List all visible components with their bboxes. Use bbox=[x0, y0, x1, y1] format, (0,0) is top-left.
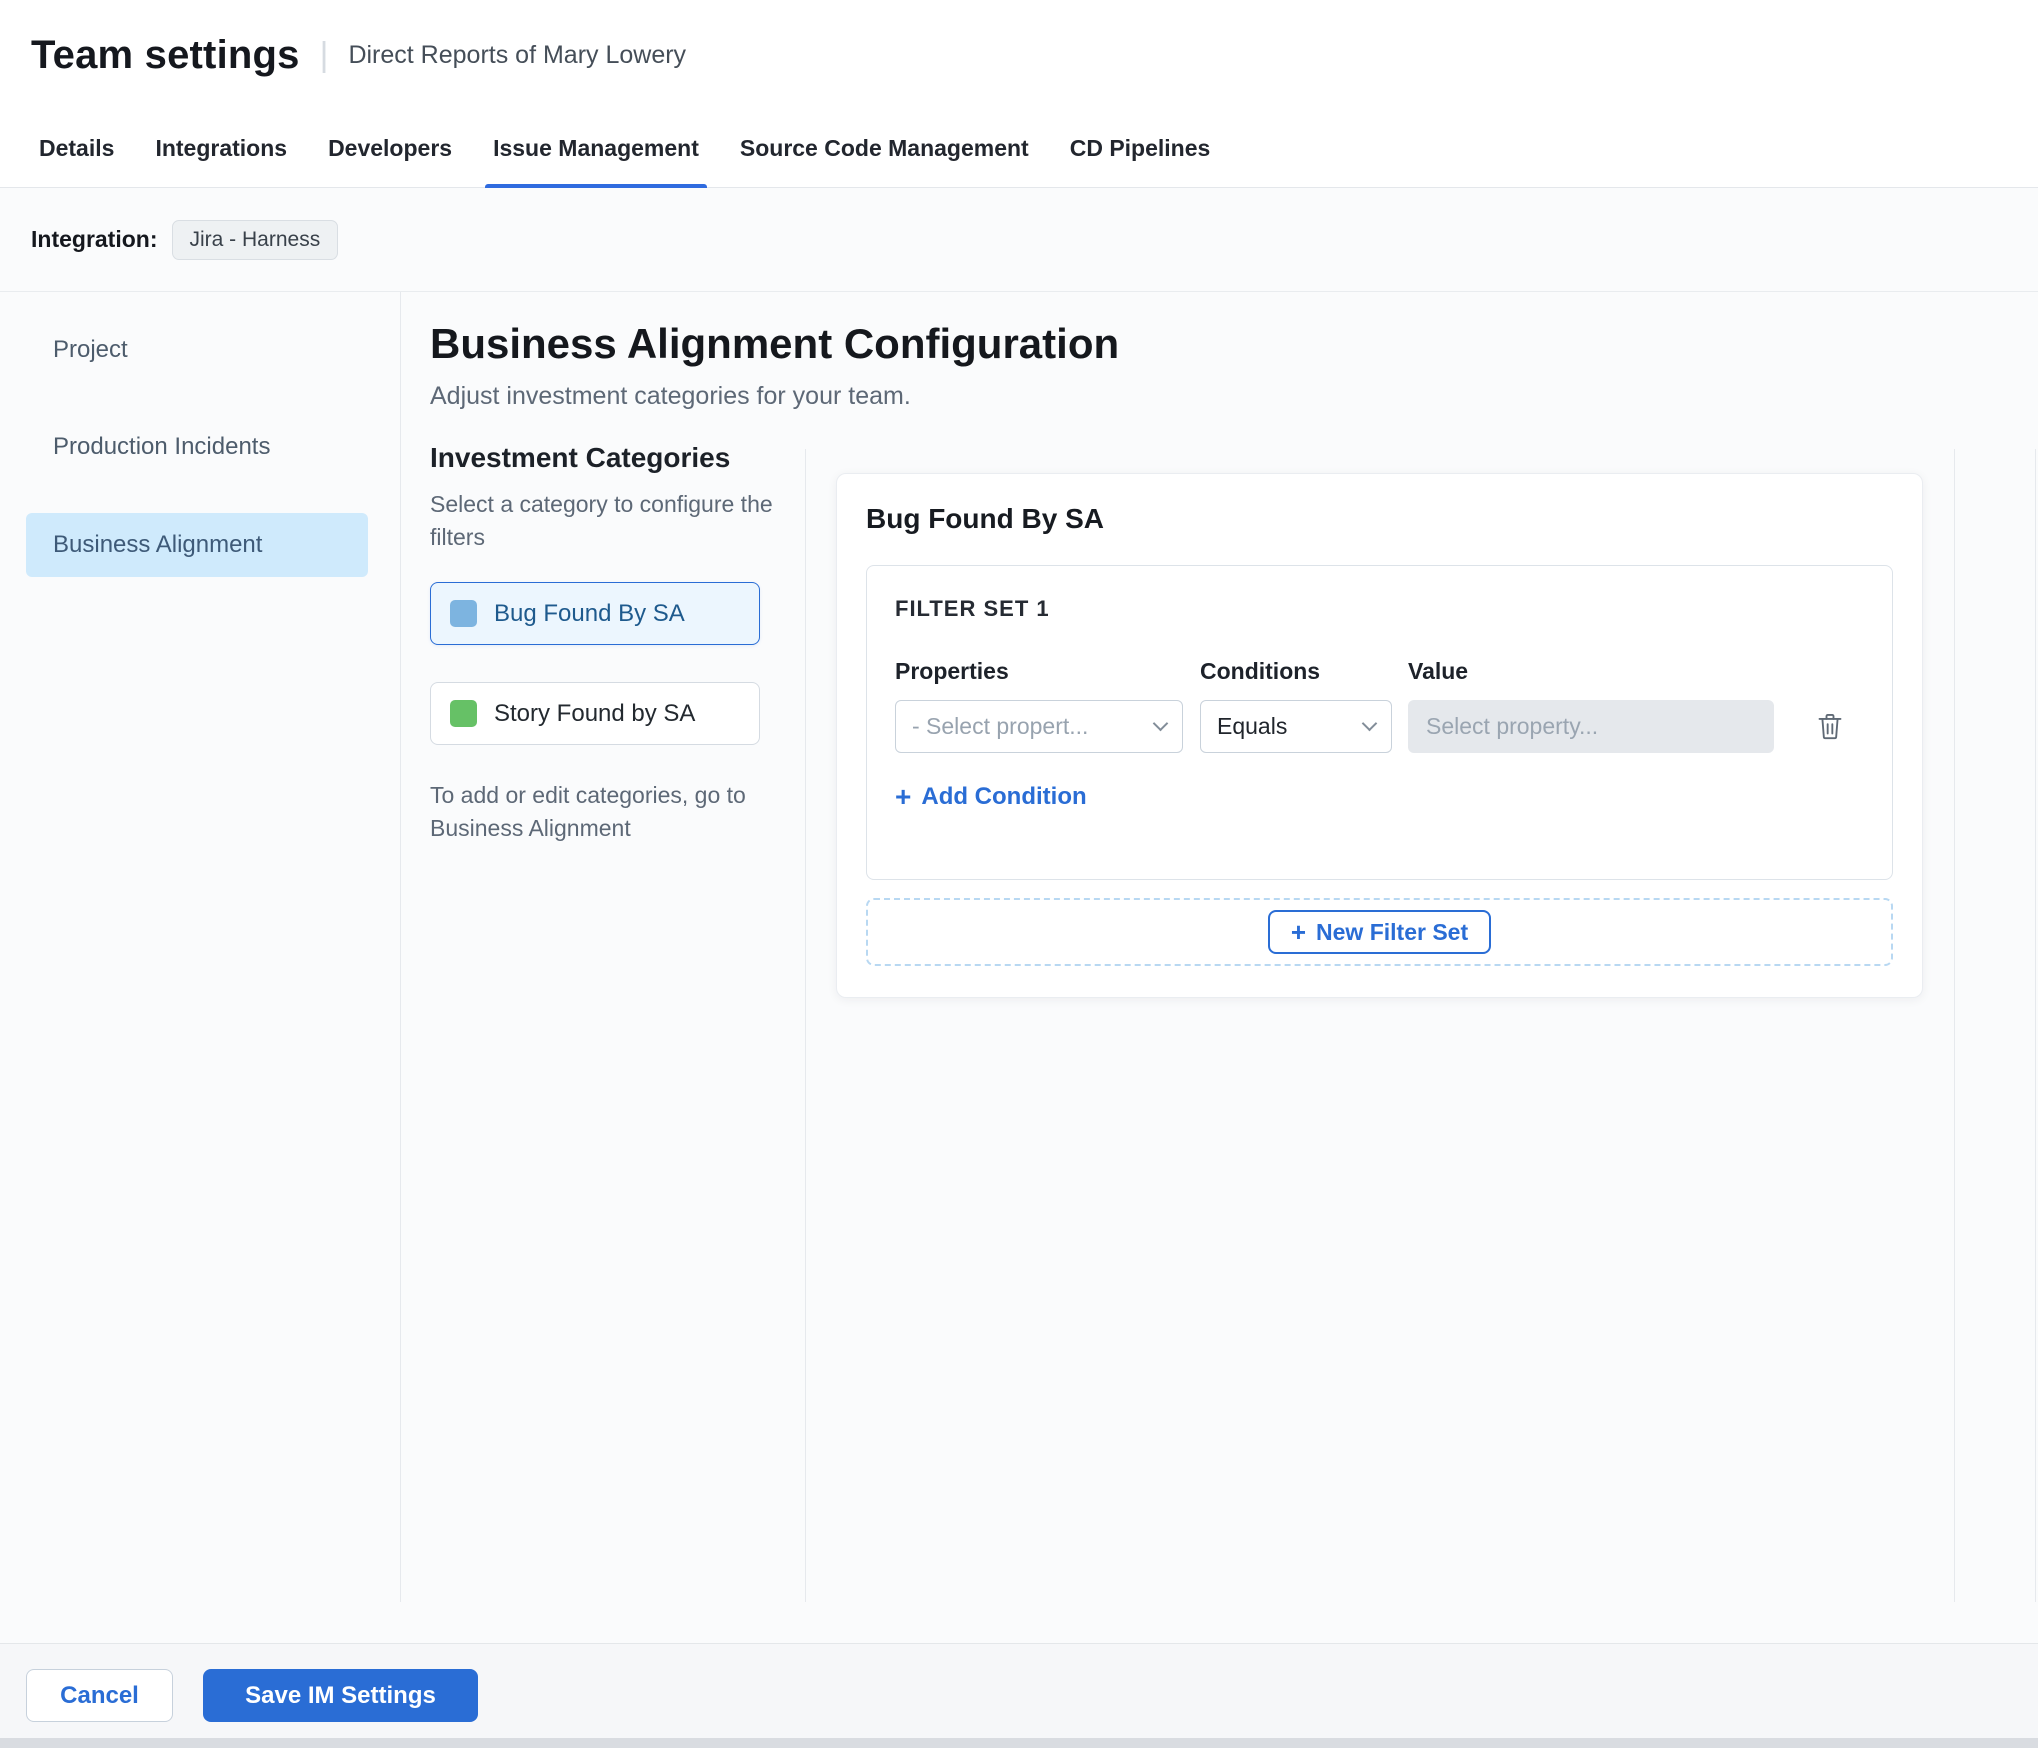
scrollbar-track[interactable] bbox=[2035, 449, 2036, 1602]
sidebar-item-business-alignment[interactable]: Business Alignment bbox=[26, 513, 368, 577]
section-title: Business Alignment Configuration bbox=[430, 320, 1120, 367]
add-condition-label: Add Condition bbox=[921, 783, 1087, 810]
filter-condition-row: - Select propert... Equals bbox=[895, 700, 1864, 753]
tab-issue-management[interactable]: Issue Management bbox=[485, 110, 707, 188]
page-subtitle: Direct Reports of Mary Lowery bbox=[348, 40, 687, 69]
trash-icon bbox=[1818, 714, 1842, 740]
save-im-settings-button[interactable]: Save IM Settings bbox=[203, 1669, 478, 1722]
integration-label: Integration: bbox=[31, 226, 158, 252]
panel-title: Bug Found By SA bbox=[866, 503, 1104, 534]
condition-select-value: Equals bbox=[1217, 713, 1288, 739]
filter-set-title: FILTER SET 1 bbox=[895, 596, 1050, 621]
tab-integrations[interactable]: Integrations bbox=[147, 110, 295, 187]
story-category-swatch-icon bbox=[450, 700, 477, 727]
tab-bar: Details Integrations Developers Issue Ma… bbox=[0, 110, 2038, 188]
integration-row: Integration: Jira - Harness bbox=[0, 188, 2038, 292]
category-story-found-by-sa[interactable]: Story Found by SA bbox=[430, 682, 760, 745]
new-filter-set-button[interactable]: + New Filter Set bbox=[1267, 910, 1492, 954]
add-condition-button[interactable]: + Add Condition bbox=[895, 783, 1087, 811]
investment-categories-column: Investment Categories Select a category … bbox=[430, 442, 792, 845]
chevron-down-icon bbox=[1361, 715, 1378, 732]
category-config-panel: Bug Found By SA FILTER SET 1 Properties … bbox=[836, 473, 1923, 998]
filter-columns-header: Properties Conditions Value bbox=[895, 658, 1864, 685]
content-area: Project Production Incidents Business Al… bbox=[0, 292, 2038, 1603]
bug-category-swatch-icon bbox=[450, 600, 477, 627]
column-header-conditions: Conditions bbox=[1200, 658, 1321, 684]
investment-categories-helper: Select a category to configure the filte… bbox=[430, 491, 773, 550]
tab-details[interactable]: Details bbox=[31, 110, 122, 187]
delete-condition-button[interactable] bbox=[1816, 711, 1844, 742]
column-header-value: Value bbox=[1408, 658, 1469, 684]
condition-select[interactable]: Equals bbox=[1200, 700, 1392, 753]
tab-developers[interactable]: Developers bbox=[320, 110, 460, 187]
integration-chip[interactable]: Jira - Harness bbox=[171, 219, 339, 260]
sidebar-divider bbox=[400, 292, 401, 1602]
categories-footnote: To add or edit categories, go to Busines… bbox=[430, 782, 746, 841]
page-header: Team settings | Direct Reports of Mary L… bbox=[0, 0, 2038, 110]
category-label: Story Found by SA bbox=[494, 699, 696, 727]
investment-categories-heading: Investment Categories bbox=[430, 442, 731, 473]
property-select-value: - Select propert... bbox=[912, 713, 1089, 739]
category-label: Bug Found By SA bbox=[494, 599, 685, 627]
window-bottom-edge bbox=[0, 1738, 2038, 1748]
team-settings-page: Team settings | Direct Reports of Mary L… bbox=[0, 0, 2038, 1748]
section-subtitle: Adjust investment categories for your te… bbox=[430, 382, 911, 410]
filter-set-1: FILTER SET 1 Properties Conditions Value… bbox=[866, 565, 1893, 880]
title-divider: | bbox=[319, 35, 329, 74]
value-input[interactable] bbox=[1408, 700, 1774, 753]
page-title: Team settings bbox=[31, 32, 300, 77]
sidebar-item-production-incidents[interactable]: Production Incidents bbox=[26, 415, 368, 479]
panel-right-divider bbox=[1954, 449, 1955, 1602]
tab-cd-pipelines[interactable]: CD Pipelines bbox=[1062, 110, 1219, 187]
categories-divider bbox=[805, 449, 806, 1602]
sidebar-item-project[interactable]: Project bbox=[26, 318, 368, 382]
chevron-down-icon bbox=[1152, 715, 1169, 732]
category-list: Bug Found By SA Story Found by SA bbox=[430, 582, 792, 745]
property-select[interactable]: - Select propert... bbox=[895, 700, 1183, 753]
new-filter-set-dropzone: + New Filter Set bbox=[866, 898, 1893, 966]
page-footer: Cancel Save IM Settings bbox=[0, 1643, 2038, 1738]
category-bug-found-by-sa[interactable]: Bug Found By SA bbox=[430, 582, 760, 645]
cancel-button[interactable]: Cancel bbox=[26, 1669, 173, 1722]
plus-icon: + bbox=[1290, 917, 1307, 947]
plus-icon: + bbox=[895, 781, 912, 812]
tab-source-code-management[interactable]: Source Code Management bbox=[732, 110, 1037, 187]
column-header-properties: Properties bbox=[895, 658, 1009, 684]
new-filter-set-label: New Filter Set bbox=[1316, 918, 1469, 945]
